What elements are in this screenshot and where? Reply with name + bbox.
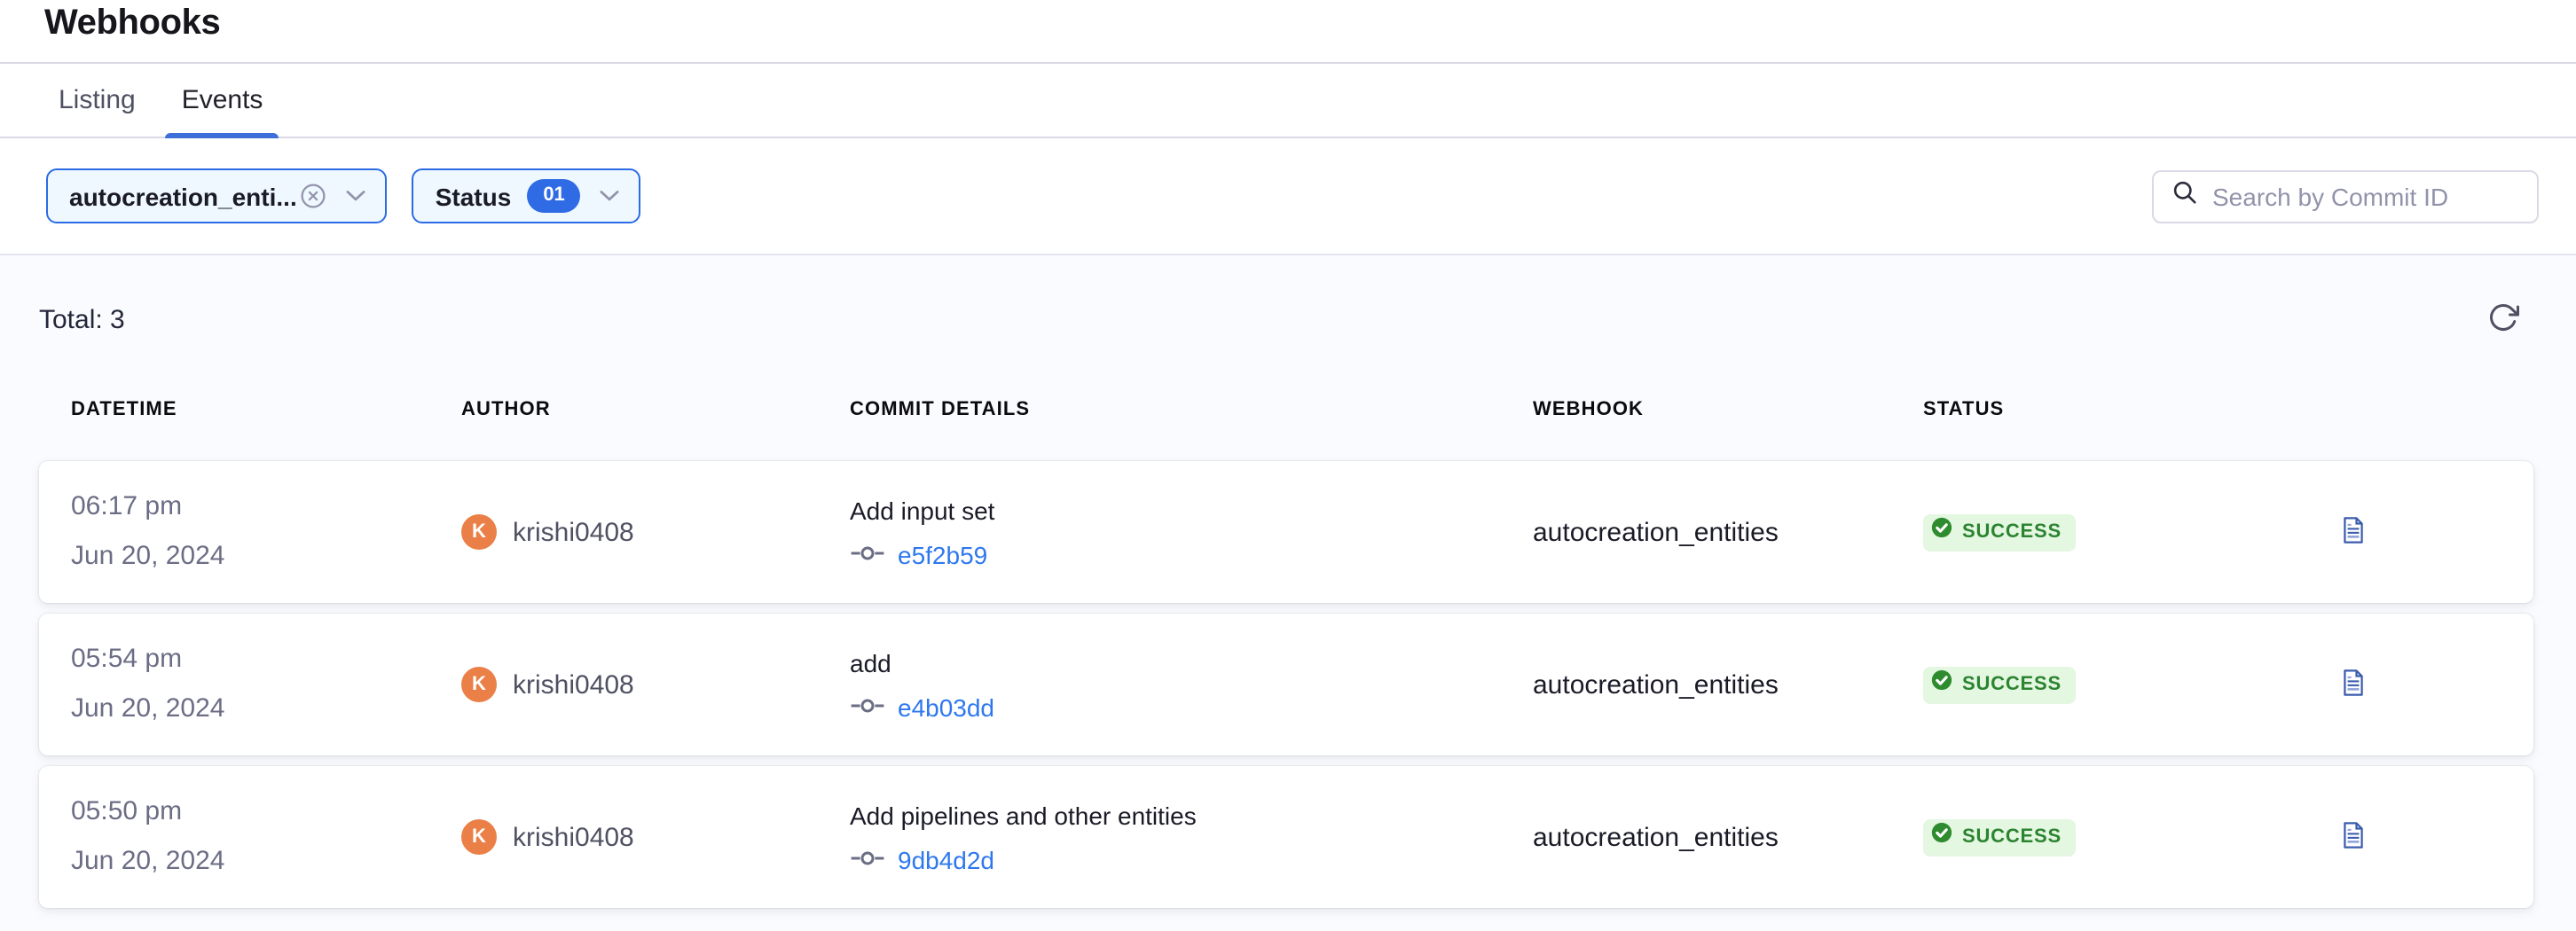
datetime-cell: 06:17 pm Jun 20, 2024 bbox=[71, 482, 461, 582]
git-commit-icon bbox=[850, 538, 885, 570]
commit-link[interactable]: e4b03dd bbox=[850, 689, 1533, 724]
commit-message: Add pipelines and other entities bbox=[850, 797, 1533, 833]
event-date: Jun 20, 2024 bbox=[71, 685, 461, 734]
view-payload-button[interactable] bbox=[2338, 817, 2368, 857]
event-time: 05:54 pm bbox=[71, 635, 461, 685]
webhooks-events-page: Webhooks Listing Events autocreation_ent… bbox=[0, 0, 2576, 931]
author-cell: K krishi0408 bbox=[461, 667, 850, 702]
commit-details-cell: add e4b03dd bbox=[850, 645, 1533, 724]
webhook-name: autocreation_entities bbox=[1533, 822, 1779, 852]
check-circle-icon bbox=[1930, 821, 1953, 853]
document-icon bbox=[2342, 515, 2365, 549]
tab-listing-label: Listing bbox=[59, 85, 136, 115]
tab-bar: Listing Events bbox=[0, 64, 2576, 138]
commit-id-link[interactable]: e4b03dd bbox=[898, 689, 994, 724]
tab-events[interactable]: Events bbox=[166, 64, 279, 137]
search-icon bbox=[2172, 178, 2198, 214]
webhook-name: autocreation_entities bbox=[1533, 517, 1779, 547]
column-header-commit-details: COMMIT DETAILS bbox=[850, 399, 1533, 420]
actions-cell bbox=[2306, 664, 2533, 705]
git-commit-icon bbox=[850, 691, 885, 723]
check-circle-icon bbox=[1930, 669, 1953, 700]
page-header: Webhooks bbox=[0, 0, 2576, 64]
author-name: krishi0408 bbox=[513, 669, 634, 700]
webhook-cell: autocreation_entities bbox=[1533, 669, 1923, 700]
author-cell: K krishi0408 bbox=[461, 819, 850, 855]
git-commit-icon bbox=[850, 843, 885, 875]
event-row: 05:50 pm Jun 20, 2024 K krishi0408 Add p… bbox=[39, 766, 2533, 908]
chevron-down-icon bbox=[347, 190, 366, 202]
search-input[interactable] bbox=[2212, 182, 2533, 210]
event-time: 05:50 pm bbox=[71, 787, 461, 837]
datetime-cell: 05:54 pm Jun 20, 2024 bbox=[71, 635, 461, 734]
commit-id-link[interactable]: 9db4d2d bbox=[898, 841, 994, 877]
commit-search-box bbox=[2152, 169, 2539, 223]
tab-events-label: Events bbox=[182, 85, 263, 115]
status-badge: SUCCESS bbox=[1923, 666, 2076, 703]
commit-link[interactable]: e5f2b59 bbox=[850, 536, 1533, 572]
table-header: DATETIME AUTHOR COMMIT DETAILS WEBHOOK S… bbox=[39, 376, 2533, 443]
status-label: SUCCESS bbox=[1962, 521, 2062, 543]
actions-cell bbox=[2306, 512, 2533, 552]
avatar: K bbox=[461, 819, 497, 855]
column-header-author: AUTHOR bbox=[461, 399, 850, 420]
commit-message: Add input set bbox=[850, 492, 1533, 528]
view-payload-button[interactable] bbox=[2338, 664, 2368, 705]
actions-cell bbox=[2306, 817, 2533, 857]
trigger-filter-label: autocreation_enti... bbox=[69, 182, 297, 210]
commit-details-cell: Add pipelines and other entities 9db4d2d bbox=[850, 797, 1533, 877]
status-label: SUCCESS bbox=[1962, 674, 2062, 695]
page-title: Webhooks bbox=[44, 4, 220, 44]
refresh-button[interactable] bbox=[2484, 297, 2523, 341]
circle-x-icon[interactable] bbox=[301, 183, 327, 209]
commit-details-cell: Add input set e5f2b59 bbox=[850, 492, 1533, 572]
event-date: Jun 20, 2024 bbox=[71, 837, 461, 887]
refresh-icon bbox=[2487, 301, 2519, 338]
total-row: Total: 3 bbox=[39, 291, 2533, 348]
status-badge: SUCCESS bbox=[1923, 818, 2076, 856]
view-payload-button[interactable] bbox=[2338, 512, 2368, 552]
status-filter-chip[interactable]: Status 01 bbox=[412, 168, 641, 223]
chevron-down-icon bbox=[601, 190, 620, 202]
author-name: krishi0408 bbox=[513, 517, 634, 547]
webhook-cell: autocreation_entities bbox=[1533, 822, 1923, 852]
avatar: K bbox=[461, 667, 497, 702]
status-cell: SUCCESS bbox=[1923, 513, 2306, 551]
check-circle-icon bbox=[1930, 516, 1953, 548]
document-icon bbox=[2342, 820, 2365, 854]
status-filter-count-badge: 01 bbox=[527, 179, 581, 213]
avatar: K bbox=[461, 514, 497, 550]
status-cell: SUCCESS bbox=[1923, 818, 2306, 856]
column-header-webhook: WEBHOOK bbox=[1533, 399, 1923, 420]
event-date: Jun 20, 2024 bbox=[71, 532, 461, 582]
commit-link[interactable]: 9db4d2d bbox=[850, 841, 1533, 877]
column-header-status: STATUS bbox=[1923, 399, 2306, 420]
total-count-label: Total: 3 bbox=[39, 304, 125, 334]
filter-bar: autocreation_enti... Status 01 bbox=[0, 138, 2576, 255]
trigger-filter-chip[interactable]: autocreation_enti... bbox=[46, 168, 388, 223]
events-content: Total: 3 DATETIME AUTHOR COMMIT DETAILS … bbox=[0, 255, 2576, 931]
status-badge: SUCCESS bbox=[1923, 513, 2076, 551]
webhook-cell: autocreation_entities bbox=[1533, 517, 1923, 547]
event-row: 06:17 pm Jun 20, 2024 K krishi0408 Add i… bbox=[39, 461, 2533, 603]
status-label: SUCCESS bbox=[1962, 826, 2062, 848]
document-icon bbox=[2342, 668, 2365, 701]
author-cell: K krishi0408 bbox=[461, 514, 850, 550]
webhook-name: autocreation_entities bbox=[1533, 669, 1779, 700]
commit-id-link[interactable]: e5f2b59 bbox=[898, 536, 987, 572]
tab-listing[interactable]: Listing bbox=[43, 64, 152, 137]
event-row: 05:54 pm Jun 20, 2024 K krishi0408 add e… bbox=[39, 614, 2533, 755]
event-time: 06:17 pm bbox=[71, 482, 461, 532]
active-tab-underline bbox=[166, 133, 279, 138]
author-name: krishi0408 bbox=[513, 822, 634, 852]
status-cell: SUCCESS bbox=[1923, 666, 2306, 703]
datetime-cell: 05:50 pm Jun 20, 2024 bbox=[71, 787, 461, 887]
status-filter-label: Status bbox=[436, 182, 512, 210]
column-header-datetime: DATETIME bbox=[71, 399, 461, 420]
commit-message: add bbox=[850, 645, 1533, 680]
